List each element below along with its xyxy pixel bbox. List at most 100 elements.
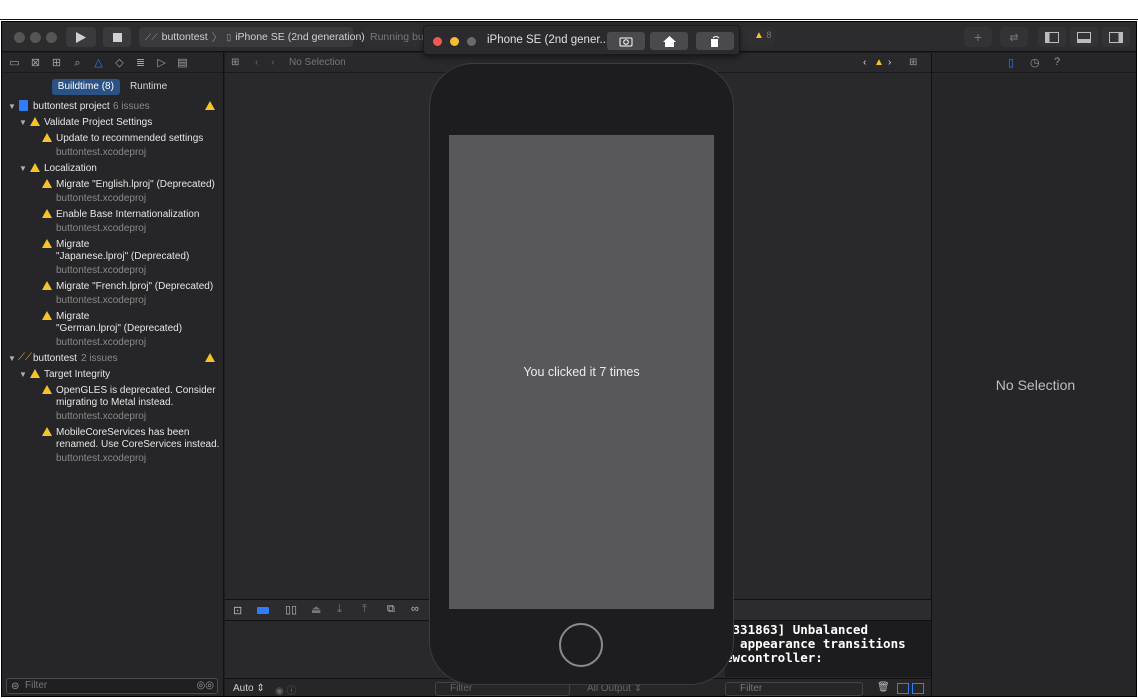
warning-count: 8 (766, 30, 772, 40)
scheme-selector[interactable]: ⟋⟋ buttontest 〉 ▯ iPhone SE (2nd generat… (139, 27, 365, 47)
disclosure-triangle-icon[interactable]: ▼ (19, 116, 27, 129)
issue-group-project[interactable]: ▼ buttontest project 6 issues (2, 99, 223, 115)
issue-group-integrity[interactable]: ▼ Target Integrity (2, 367, 223, 383)
play-icon (76, 31, 86, 43)
target-name: buttontest (33, 353, 77, 364)
disclosure-triangle-icon[interactable]: ▼ (19, 368, 27, 381)
issue-update-settings[interactable]: Update to recommended settings buttontes… (2, 131, 223, 161)
history-icon[interactable]: ◷ (1030, 56, 1040, 69)
app-target-icon: ⟋⟋ (145, 31, 158, 42)
prev-issue-icon[interactable]: ‹ (863, 53, 866, 73)
issue-group-validate[interactable]: ▼ Validate Project Settings (2, 115, 223, 131)
test-icon[interactable]: ◇ (113, 57, 126, 69)
auto-selector[interactable]: Auto ⇕ (233, 683, 265, 694)
code-review-button[interactable]: ⇄ (1000, 27, 1028, 47)
step-over-icon[interactable]: ⏏ (311, 603, 321, 616)
folder-icon[interactable]: ▭ (8, 57, 21, 69)
issue-group-localization[interactable]: ▼ Localization (2, 161, 223, 177)
view-hierarchy-icon[interactable]: ⧉ (387, 603, 395, 616)
rotate-button[interactable] (696, 32, 734, 50)
pause-icon[interactable]: ▯▯ (285, 603, 297, 616)
inspector: ▯ ◷ ? No Selection (931, 53, 1136, 696)
top-bar (0, 0, 1138, 20)
issue-mobilecoreservices[interactable]: MobileCoreServices has been renamed. Use… (2, 425, 223, 467)
left-panel-icon (1045, 31, 1059, 43)
warning-icon (205, 353, 215, 362)
console-filter-field[interactable]: Filter (725, 682, 863, 696)
simulator-titlebar: iPhone SE (2nd gener... (423, 25, 740, 55)
source-control-icon[interactable]: ⊠ (29, 57, 42, 69)
filter-placeholder: Filter (740, 683, 763, 694)
forward-icon[interactable]: › (271, 53, 274, 73)
split-left-icon[interactable] (897, 683, 909, 694)
toggle-debug-button[interactable] (1070, 27, 1098, 47)
step-out-icon[interactable]: ⤒ (362, 603, 367, 616)
zoom-window-button[interactable] (467, 37, 476, 46)
warning-icon: ▲ (874, 57, 884, 68)
help-icon[interactable]: ? (1054, 56, 1060, 68)
debug-icon[interactable]: ≣ (134, 57, 147, 69)
related-items-icon[interactable]: ⊞ (231, 53, 239, 73)
close-window-button[interactable] (14, 32, 25, 43)
run-button[interactable] (66, 27, 96, 47)
toggle-inspector-button[interactable] (1102, 27, 1130, 47)
click-count-label: You clicked it 7 times (523, 365, 640, 379)
warning-icon (30, 369, 40, 378)
issue-base-internationalization[interactable]: Enable Base Internationalization buttont… (2, 207, 223, 237)
breakpoint-icon[interactable]: ▷ (155, 57, 168, 69)
disclosure-triangle-icon[interactable]: ▼ (19, 162, 27, 175)
search-icon[interactable]: ⌕ (71, 57, 84, 69)
issue-icon[interactable]: △ (92, 57, 105, 69)
group-name: Target Integrity (44, 369, 111, 380)
filter-options-icon[interactable]: ◎◎ (197, 679, 214, 693)
warning-badge[interactable]: ▲ 8 (754, 30, 771, 41)
home-button[interactable] (650, 32, 688, 50)
warning-icon (42, 281, 52, 290)
power-button (734, 180, 737, 222)
file-inspector-icon[interactable]: ▯ (1008, 56, 1014, 69)
trash-icon[interactable]: 🗑 (877, 682, 890, 693)
add-editor-icon[interactable]: ⊞ (909, 53, 917, 73)
minimize-window-button[interactable] (30, 32, 41, 43)
warning-icon: ▲ (754, 30, 764, 41)
tab-runtime[interactable]: Runtime (124, 79, 173, 95)
device-home-button[interactable] (559, 623, 603, 667)
minimize-window-button[interactable] (450, 37, 459, 46)
screenshot-button[interactable] (607, 32, 645, 50)
simulator-screen[interactable]: You clicked it 7 times (449, 135, 714, 609)
stop-button[interactable] (103, 27, 131, 47)
library-button[interactable]: + (964, 27, 992, 47)
close-window-button[interactable] (433, 37, 442, 46)
eye-icon[interactable]: ◉ ⓘ (275, 682, 297, 696)
memory-graph-icon[interactable]: ∞ (411, 603, 419, 615)
report-icon[interactable]: ▤ (176, 57, 189, 69)
issue-navigator: ▭ ⊠ ⊞ ⌕ △ ◇ ≣ ▷ ▤ Buildtime (8) Runtime … (2, 53, 224, 696)
zoom-window-button[interactable] (46, 32, 57, 43)
issue-english[interactable]: Migrate "English.lproj" (Deprecated) but… (2, 177, 223, 207)
split-right-icon[interactable] (912, 683, 924, 694)
issue-title-line2: migrating to Metal instead. (56, 397, 174, 408)
issue-french[interactable]: Migrate "French.lproj" (Deprecated) butt… (2, 279, 223, 309)
hide-debug-icon[interactable]: ⊡ (233, 604, 242, 617)
scheme-target: buttontest (161, 31, 208, 43)
issue-file: buttontest.xcodeproj (56, 337, 147, 348)
next-issue-icon[interactable]: › (888, 53, 891, 73)
warning-icon (30, 163, 40, 172)
issue-japanese[interactable]: Migrate "Japanese.lproj" (Deprecated) bu… (2, 237, 223, 279)
toggle-navigator-button[interactable] (1038, 27, 1066, 47)
step-in-icon[interactable]: ⤓ (337, 603, 342, 616)
disclosure-triangle-icon[interactable]: ▼ (8, 352, 16, 365)
issue-title: Update to recommended settings (56, 133, 204, 144)
navigator-filter-field[interactable]: ⊜ Filter ◎◎ (6, 678, 218, 694)
disclosure-triangle-icon[interactable]: ▼ (8, 100, 16, 113)
issue-group-target[interactable]: ▼ ⟋⟋ buttontest 2 issues (2, 351, 223, 367)
warning-icon (42, 209, 52, 218)
project-file-icon (19, 100, 28, 111)
issue-title-line2: renamed. Use CoreServices instead. (56, 439, 220, 450)
breakpoints-toggle-icon[interactable] (257, 607, 269, 614)
tab-buildtime[interactable]: Buildtime (8) (51, 79, 120, 95)
issue-opengles[interactable]: OpenGLES is deprecated. Consider migrati… (2, 383, 223, 425)
symbol-icon[interactable]: ⊞ (50, 57, 63, 69)
issue-german[interactable]: Migrate "German.lproj" (Deprecated) butt… (2, 309, 223, 351)
back-icon[interactable]: ‹ (255, 53, 258, 73)
